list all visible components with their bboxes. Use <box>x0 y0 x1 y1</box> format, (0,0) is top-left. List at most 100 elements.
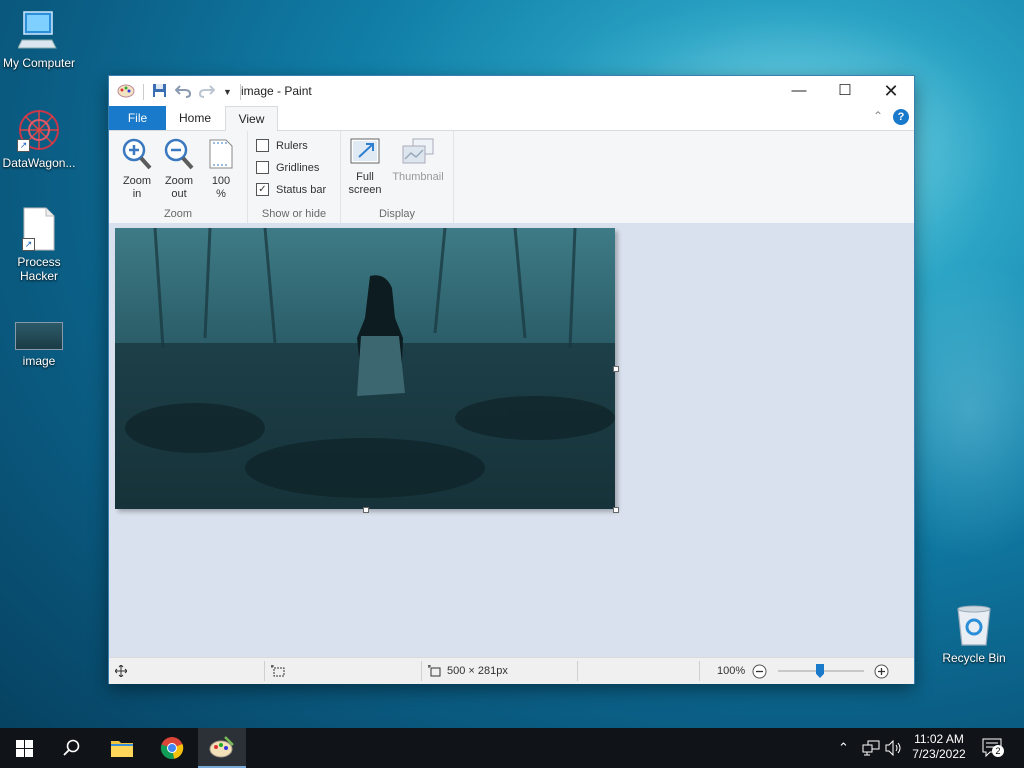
zoom-out-icon <box>164 138 194 170</box>
desktop-icon-label: Process Hacker <box>17 255 61 283</box>
shortcut-arrow-icon: ↗ <box>22 238 35 251</box>
tab-home[interactable]: Home <box>169 106 221 130</box>
close-button[interactable]: ✕ <box>868 76 914 106</box>
zoom-slider-thumb[interactable] <box>816 664 824 678</box>
full-screen-icon <box>350 138 380 164</box>
zoom-in-button[interactable]: Zoom in <box>117 137 157 201</box>
maximize-button[interactable]: ☐ <box>822 76 868 106</box>
search-button[interactable] <box>48 728 96 768</box>
action-center-button[interactable]: 2 <box>982 738 1004 761</box>
gridlines-label: Gridlines <box>276 161 320 174</box>
gridlines-checkbox-row[interactable]: Gridlines <box>256 161 319 174</box>
taskbar: ⌃ 11:02 AM 7/23/2022 2 <box>0 728 1024 768</box>
status-separator <box>264 661 265 681</box>
status-separator <box>699 661 700 681</box>
datawagon-icon: ↗ <box>17 108 61 152</box>
help-icon[interactable]: ? <box>893 109 909 125</box>
shortcut-arrow-icon: ↗ <box>17 139 30 152</box>
computer-icon <box>17 10 60 52</box>
thumbnail-button[interactable]: Thumbnail <box>387 137 449 184</box>
image-canvas[interactable] <box>115 228 615 509</box>
paint-taskbar-button[interactable] <box>198 728 246 768</box>
notification-count-badge: 2 <box>992 745 1004 757</box>
status-separator <box>421 661 422 681</box>
show-hide-group: Rulers Gridlines ✓ Status bar Show or hi… <box>248 131 341 223</box>
display-group-label: Display <box>378 208 416 220</box>
zoom-group: Zoom in Zoom out 100 % Zoom <box>109 131 248 223</box>
save-icon[interactable] <box>152 83 167 101</box>
resize-handle-right[interactable] <box>613 366 619 372</box>
document-icon: ↗ <box>22 207 56 251</box>
status-bar-checkbox-row[interactable]: ✓ Status bar <box>256 183 326 196</box>
zoom-out-button[interactable]: Zoom out <box>159 137 199 201</box>
paint-app-icon[interactable] <box>117 82 135 101</box>
actual-size-label: 100 % <box>211 175 231 200</box>
forest-girl-image <box>115 228 615 509</box>
resize-handle-bottom[interactable] <box>363 507 369 513</box>
network-icon[interactable] <box>862 740 880 759</box>
desktop-icon-label: DataWagon... <box>2 156 76 170</box>
actual-size-icon <box>209 139 233 169</box>
windows-icon <box>15 739 33 757</box>
file-explorer-button[interactable] <box>98 728 146 768</box>
paint-window: ▼ image - Paint — ☐ ✕ File Home View ⌃ ?… <box>109 76 914 684</box>
resize-handle-corner[interactable] <box>613 507 619 513</box>
desktop-icon-my-computer[interactable]: My Computer <box>0 10 81 70</box>
display-group: Full screen Thumbnail Display <box>341 131 454 223</box>
volume-icon[interactable] <box>885 739 903 759</box>
zoom-in-icon <box>122 138 152 170</box>
image-thumbnail-icon <box>15 322 63 350</box>
image-size-cell: 500 × 281px <box>428 658 508 684</box>
full-screen-button[interactable]: Full screen <box>345 137 385 197</box>
zoom-out-small-button[interactable] <box>752 658 767 684</box>
show-hide-group-label: Show or hide <box>261 208 327 220</box>
desktop-icon-recycle-bin[interactable]: Recycle Bin <box>932 603 1016 665</box>
title-bar: ▼ image - Paint — ☐ ✕ <box>109 76 914 106</box>
clock[interactable]: 11:02 AM 7/23/2022 <box>905 732 973 762</box>
paint-icon <box>209 736 234 758</box>
cursor-position-icon <box>115 658 127 684</box>
tab-view[interactable]: View <box>225 106 278 132</box>
clock-date: 7/23/2022 <box>912 747 966 761</box>
status-bar-checkbox[interactable]: ✓ <box>256 183 269 196</box>
quick-access-toolbar: ▼ <box>117 82 241 101</box>
show-hidden-icons-icon[interactable]: ⌃ <box>838 740 849 756</box>
qat-customize-dropdown-icon[interactable]: ▼ <box>223 87 232 97</box>
tab-file[interactable]: File <box>109 106 166 130</box>
canvas-area[interactable] <box>109 223 914 657</box>
ribbon-tabs: File Home View ⌃ ? <box>109 106 914 132</box>
desktop-icon-label: Recycle Bin <box>942 651 1006 665</box>
collapse-ribbon-icon[interactable]: ⌃ <box>873 109 883 123</box>
qat-separator <box>143 83 144 100</box>
rulers-checkbox[interactable] <box>256 139 269 152</box>
desktop-icon-datawagon[interactable]: ↗ DataWagon... <box>0 108 81 170</box>
desktop-icon-image[interactable]: image <box>0 322 81 368</box>
ribbon: Zoom in Zoom out 100 % Zoom Rulers Gridl… <box>109 131 914 224</box>
rulers-checkbox-row[interactable]: Rulers <box>256 139 308 152</box>
minimize-button[interactable]: — <box>776 76 822 106</box>
status-bar: 500 × 281px 100% <box>109 657 914 684</box>
search-icon <box>63 739 80 756</box>
undo-icon[interactable] <box>174 83 192 101</box>
actual-size-button[interactable]: 100 % <box>201 137 241 201</box>
zoom-group-label: Zoom <box>163 208 193 220</box>
zoom-in-label: Zoom in <box>122 175 152 200</box>
zoom-percent: 100% <box>717 665 746 677</box>
window-title: image - Paint <box>241 84 312 98</box>
gridlines-checkbox[interactable] <box>256 161 269 174</box>
redo-icon[interactable] <box>198 83 216 101</box>
status-separator <box>577 661 578 681</box>
zoom-in-small-button[interactable] <box>874 658 889 684</box>
full-screen-label: Full screen <box>348 171 382 196</box>
selection-size-icon <box>271 658 285 684</box>
desktop-icon-label: My Computer <box>2 56 76 70</box>
image-size-icon <box>428 665 441 677</box>
thumbnail-label: Thumbnail <box>392 171 444 183</box>
desktop-icon-process-hacker[interactable]: ↗ Process Hacker <box>0 207 81 283</box>
start-button[interactable] <box>0 728 48 768</box>
thumbnail-icon <box>402 138 434 164</box>
folder-icon <box>111 741 133 757</box>
chrome-button[interactable] <box>148 728 196 768</box>
clock-time: 11:02 AM <box>914 732 964 746</box>
recycle-bin-icon <box>954 603 994 647</box>
